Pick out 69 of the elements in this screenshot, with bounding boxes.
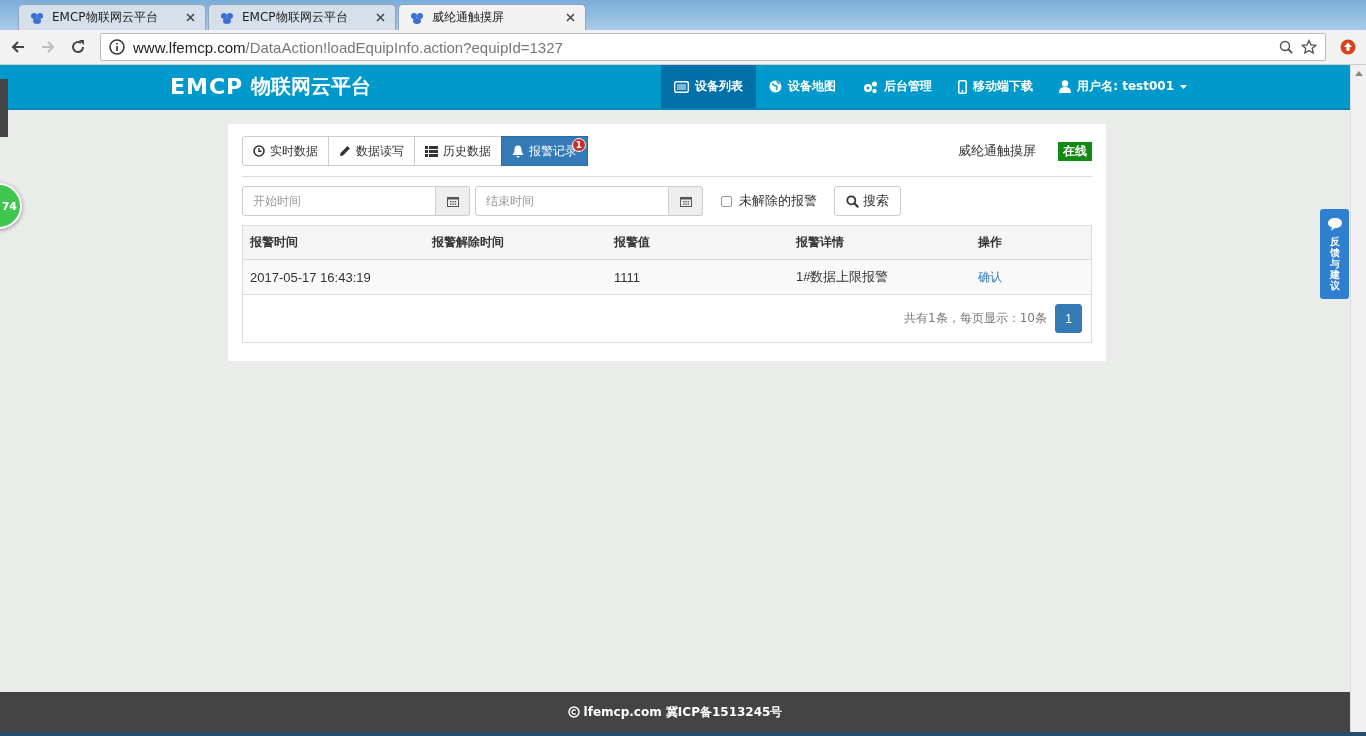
confirm-link[interactable]: 确认 <box>978 269 1002 284</box>
calendar-button[interactable] <box>669 186 703 216</box>
nav-item[interactable]: 后台管理 <box>849 65 946 108</box>
favicon-icon <box>219 10 235 25</box>
table-cell: 1#数据上限报警 <box>789 259 971 295</box>
search-icon <box>846 194 859 208</box>
browser-tab[interactable]: EMCP物联网云平台 <box>208 4 396 30</box>
pencil-icon <box>339 145 351 157</box>
close-icon[interactable] <box>566 13 575 22</box>
table-cell: 2017-05-17 16:43:19 <box>243 259 425 295</box>
date-field[interactable]: 开始时间 <box>242 186 436 216</box>
phone-icon <box>958 79 968 94</box>
bell-icon <box>512 144 524 158</box>
scroll-up-icon[interactable] <box>1354 71 1363 76</box>
speech-bubble-icon <box>1326 217 1343 231</box>
status-badge: 在线 <box>1058 141 1092 161</box>
footer-text: lfemcp.com 冀ICP备1513245号 <box>583 703 783 721</box>
tab-title: EMCP物联网云平台 <box>242 9 349 26</box>
tab-title: 威纶通触摸屏 <box>432 9 505 26</box>
calendar-icon <box>679 195 692 207</box>
copyright-icon <box>567 706 580 718</box>
tab-title: EMCP物联网云平台 <box>52 9 159 26</box>
favicon-icon <box>409 10 425 25</box>
caret-icon <box>1180 84 1187 89</box>
column-header: 报警时间 <box>243 226 425 260</box>
feedback-button[interactable]: 反馈与建议 <box>1320 209 1349 299</box>
browser-tab[interactable]: EMCP物联网云平台 <box>18 4 206 30</box>
extension-icon[interactable] <box>1340 39 1356 55</box>
date-field[interactable]: 结束时间 <box>475 186 669 216</box>
side-handle[interactable] <box>0 79 8 137</box>
column-header: 报警解除时间 <box>425 226 607 260</box>
scrollbar[interactable] <box>1350 65 1366 732</box>
nav-item[interactable]: 移动端下载 <box>945 65 1047 108</box>
star-icon[interactable] <box>1301 39 1317 55</box>
gears-icon <box>862 79 879 94</box>
info-icon <box>109 39 125 55</box>
column-header: 报警值 <box>607 226 789 260</box>
tab[interactable]: 实时数据 <box>242 136 329 166</box>
address-bar[interactable]: www.lfemcp.com/DataAction!loadEquipInfo.action?equipId=1327 <box>100 33 1326 61</box>
pagination-summary: 共有1条，每页显示：10条 <box>904 310 1047 327</box>
nav-item[interactable]: 用户名: test001 <box>1046 65 1200 108</box>
page-button[interactable]: 1 <box>1055 304 1082 333</box>
list-icon <box>425 145 438 157</box>
reload-icon[interactable] <box>70 39 86 55</box>
checkbox[interactable] <box>721 195 732 207</box>
device-name: 威纶通触摸屏 <box>958 142 1036 160</box>
globe-icon <box>769 80 783 93</box>
list-icon <box>674 80 690 93</box>
tab[interactable]: 数据读写 <box>328 136 415 166</box>
search-button[interactable]: 搜索 <box>834 186 901 216</box>
close-icon[interactable] <box>186 13 195 22</box>
user-icon <box>1059 80 1072 93</box>
brand-logo: EMCP <box>170 74 244 99</box>
close-icon[interactable] <box>376 13 385 22</box>
nav-item[interactable]: 设备地图 <box>756 65 850 108</box>
column-header: 操作 <box>971 226 1091 260</box>
back-icon[interactable] <box>10 39 26 55</box>
table-cell: 1111 <box>607 259 789 295</box>
checkbox-label[interactable]: 未解除的报警 <box>739 192 817 210</box>
tab[interactable]: 历史数据 <box>414 136 502 166</box>
calendar-button[interactable] <box>436 186 470 216</box>
zoom-icon[interactable] <box>1279 40 1293 54</box>
nav-item[interactable]: 设备列表 <box>661 65 757 108</box>
calendar-icon <box>446 195 459 207</box>
favicon-icon <box>29 10 45 25</box>
clock-icon <box>253 145 265 157</box>
brand-title: 物联网云平台 <box>251 73 372 100</box>
column-header: 报警详情 <box>789 226 971 260</box>
browser-tab[interactable]: 威纶通触摸屏 <box>398 4 586 30</box>
